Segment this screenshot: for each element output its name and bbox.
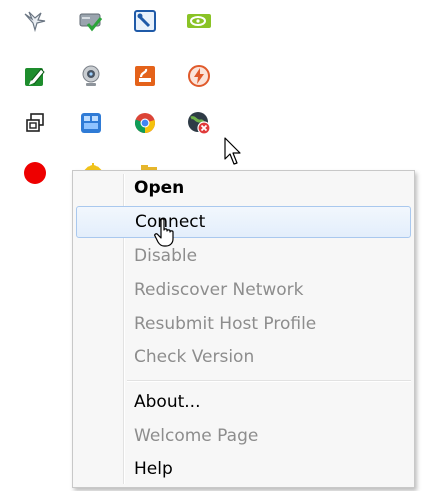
menu-item-welcome-page[interactable]: Welcome Page bbox=[76, 420, 411, 452]
menu-separator bbox=[127, 380, 411, 382]
menu-item-resubmit-host-profile[interactable]: Resubmit Host Profile bbox=[76, 308, 411, 340]
nvidia-icon[interactable] bbox=[186, 8, 212, 34]
menu-item-check-version[interactable]: Check Version bbox=[76, 341, 411, 373]
webcam-icon[interactable] bbox=[78, 63, 104, 89]
flash-icon[interactable] bbox=[186, 63, 212, 89]
globe-disconnected-icon[interactable] bbox=[186, 110, 212, 136]
menu-item-open[interactable]: Open bbox=[76, 172, 411, 204]
blue-grid-icon[interactable] bbox=[78, 110, 104, 136]
bird-icon[interactable] bbox=[22, 8, 48, 34]
red-dot-icon[interactable] bbox=[22, 160, 48, 186]
menu-item-connect[interactable]: Connect bbox=[76, 206, 411, 238]
menu-item-rediscover-network[interactable]: Rediscover Network bbox=[76, 274, 411, 306]
notification-tray-overflow: Open Connect Disable Rediscover Network … bbox=[0, 0, 423, 491]
menu-item-help[interactable]: Help bbox=[76, 453, 411, 485]
arrow-cursor-icon bbox=[224, 137, 241, 165]
drive-check-icon[interactable] bbox=[78, 8, 104, 34]
green-pencil-icon[interactable] bbox=[22, 63, 48, 89]
chrome-icon[interactable] bbox=[132, 110, 158, 136]
tool-window-icon[interactable] bbox=[132, 8, 158, 34]
overlap-windows-icon[interactable] bbox=[22, 110, 48, 136]
menu-item-disable[interactable]: Disable bbox=[76, 240, 411, 272]
context-menu: Open Connect Disable Rediscover Network … bbox=[72, 170, 415, 488]
orange-tool-icon[interactable] bbox=[132, 63, 158, 89]
menu-item-about[interactable]: About... bbox=[76, 386, 411, 418]
